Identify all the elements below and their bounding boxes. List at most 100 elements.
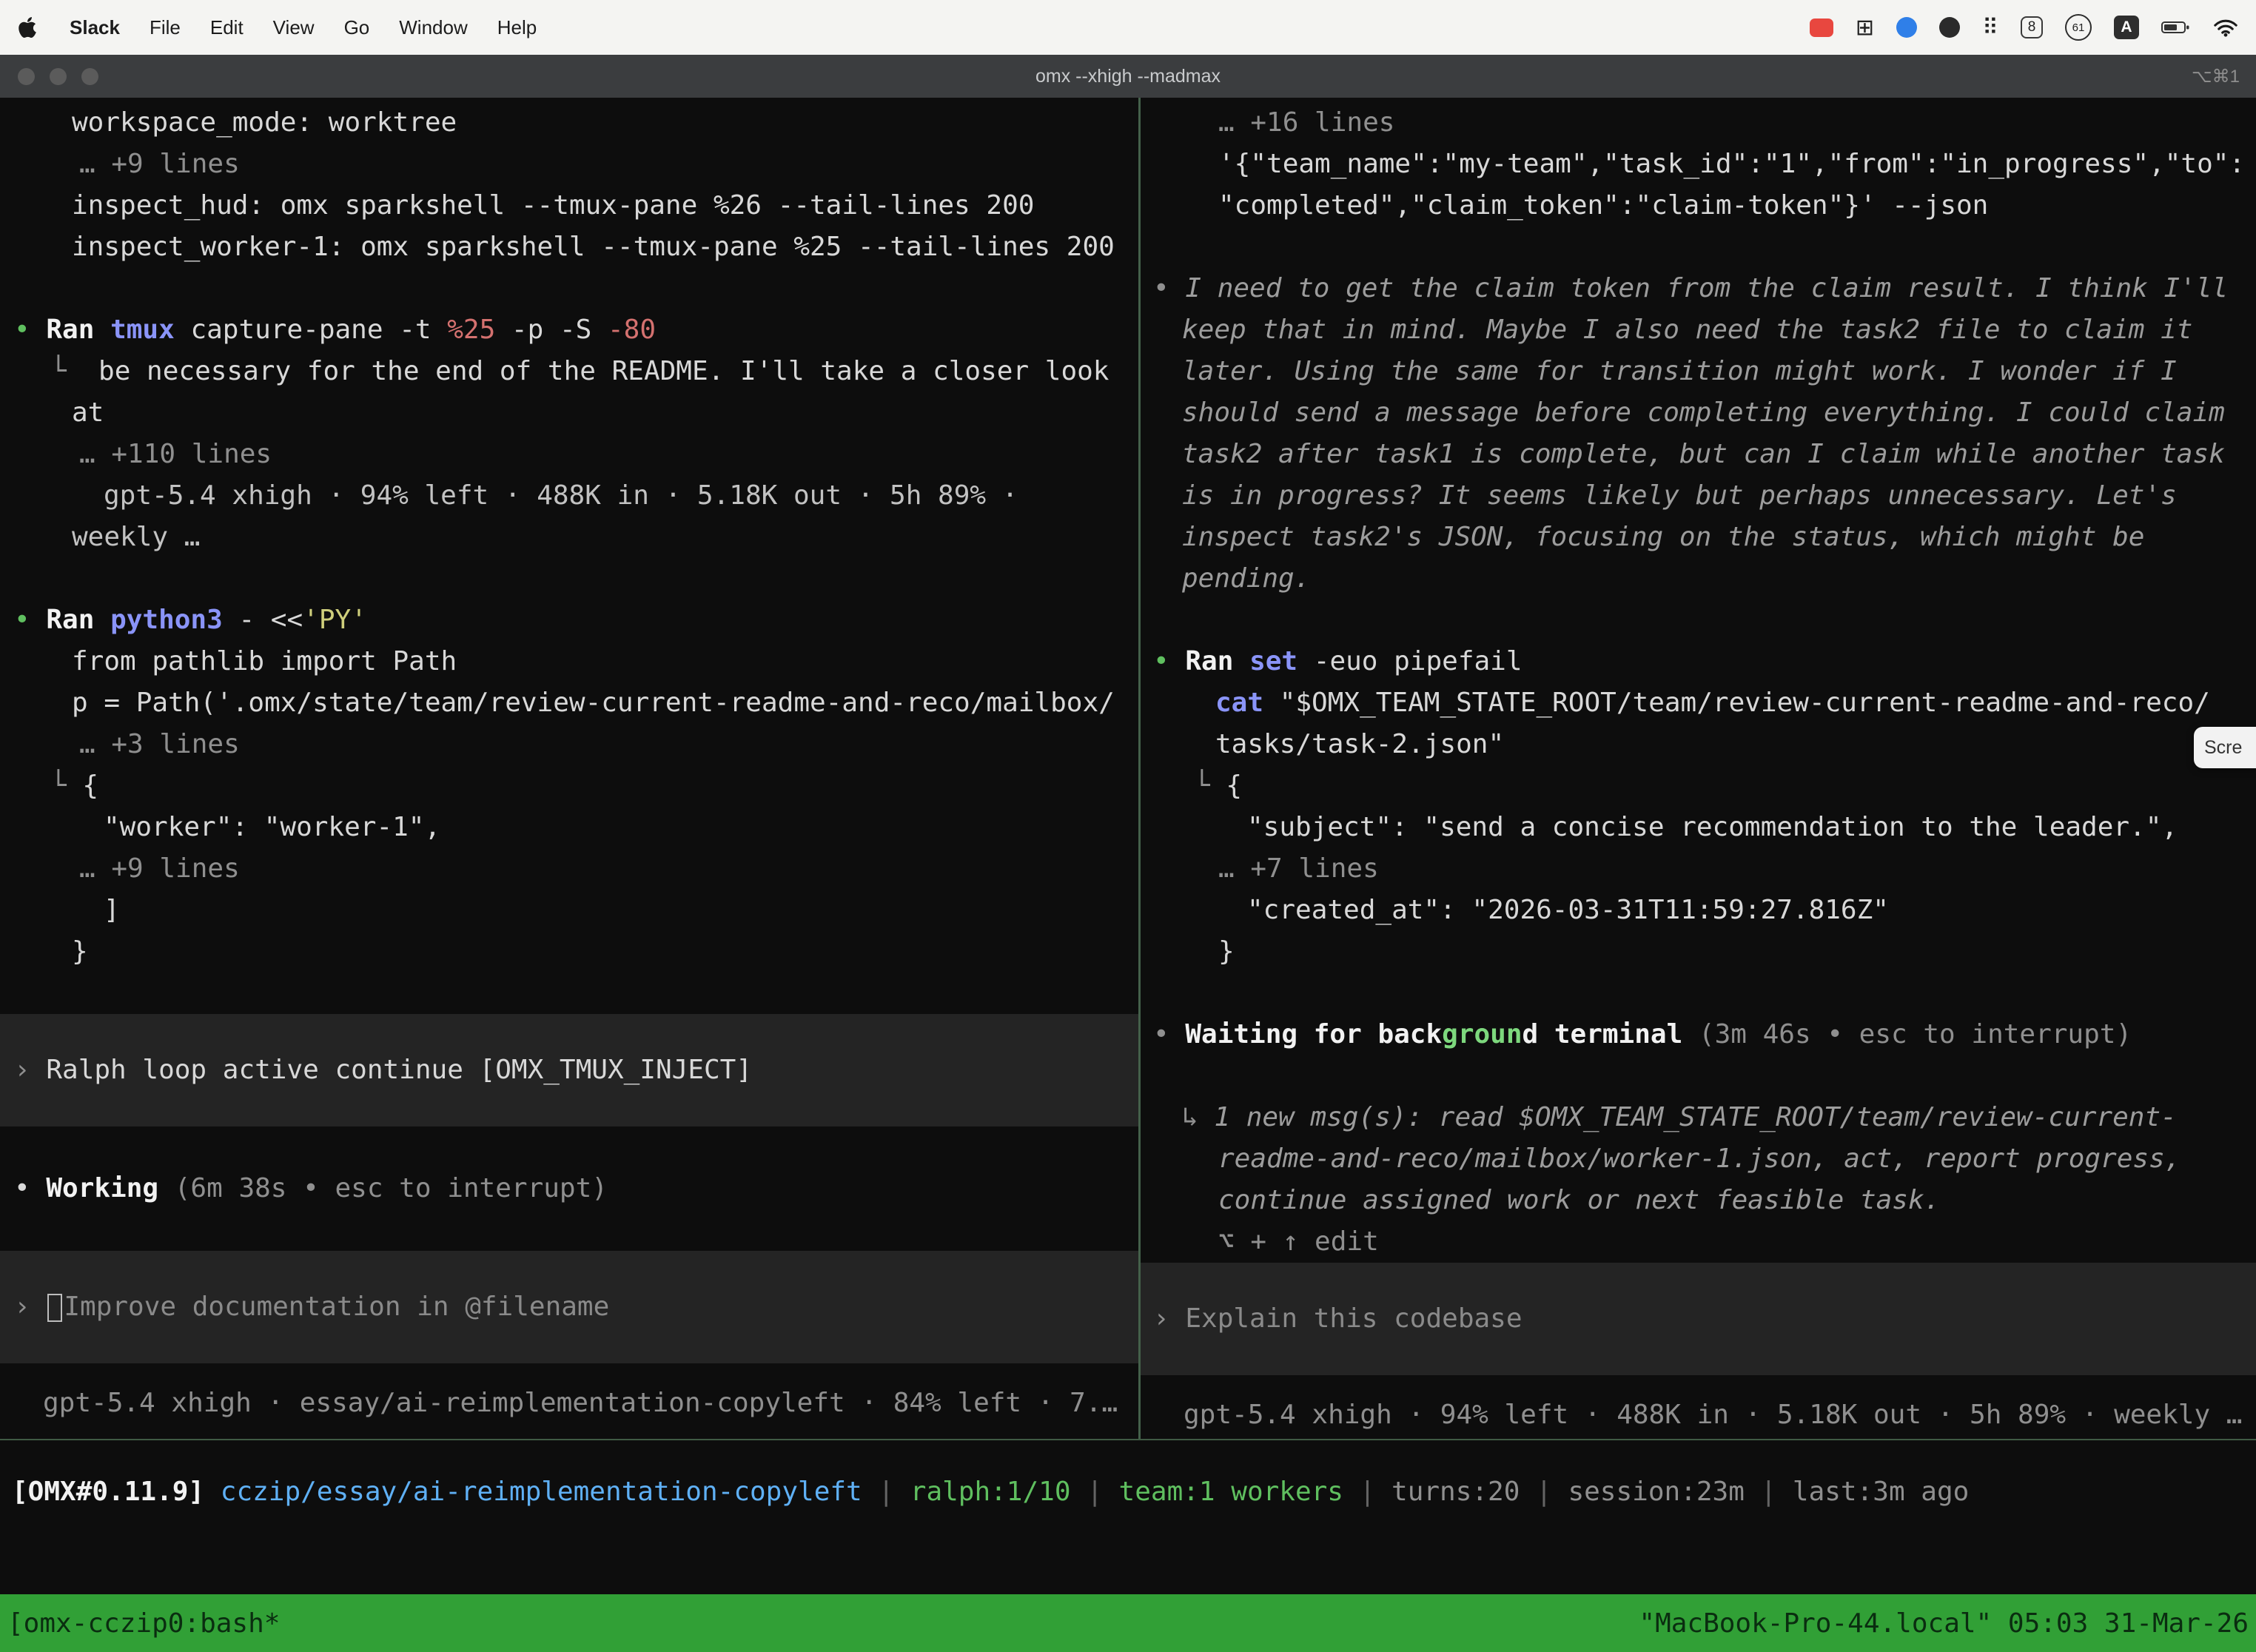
terminal-line: … +9 lines [0, 144, 1138, 185]
blank-line [1141, 226, 2256, 268]
blue-app-icon[interactable] [1896, 17, 1917, 38]
terminal-line: inspect task2's JSON, focusing on the st… [1141, 517, 2256, 558]
omx-status-line: [OMX#0.11.9] cczip/essay/ai-reimplementa… [0, 1439, 2256, 1594]
tmux-status-bar: [omx-cczip0:bash* "MacBook-Pro-44.local"… [0, 1594, 2256, 1652]
input-source-icon[interactable]: A [2114, 16, 2139, 39]
terminal-line: └ be necessary for the end of the README… [0, 351, 1138, 392]
apple-menu-icon[interactable] [18, 14, 40, 41]
terminal-text-segment: ralph:1/10 [910, 1477, 1087, 1507]
terminal-text-segment: -euo pipefail [1314, 646, 1523, 676]
terminal-line: } [0, 931, 1138, 973]
terminal-text-segment: inspect_worker-1: omx sparkshell --tmux-… [72, 232, 1115, 262]
text-cursor [47, 1294, 62, 1322]
zoom-button[interactable] [81, 68, 98, 85]
menu-file[interactable]: File [150, 16, 181, 39]
right-terminal-pane[interactable]: … +16 lines '{"team_name":"my-team","task… [1141, 98, 2256, 1439]
menu-go[interactable]: Go [344, 16, 370, 39]
terminal-text-segment: … +16 lines [1218, 107, 1394, 138]
blank-line [0, 268, 1138, 309]
tmux-session-window-label[interactable]: [omx-cczip0:bash* [7, 1608, 280, 1639]
terminal-line: └ { [1141, 765, 2256, 807]
terminal-text-segment: Improve documentation in @filename [64, 1292, 609, 1322]
terminal-text-segment: cat [1215, 688, 1280, 718]
left-terminal-pane[interactable]: workspace_mode: worktree… +9 linesinspec… [0, 98, 1138, 1439]
terminal-line: ↳ 1 new msg(s): read $OMX_TEAM_STATE_ROO… [1141, 1097, 2256, 1138]
terminal-line: … +16 lines [1141, 102, 2256, 144]
screen-recording-indicator-icon[interactable] [1810, 19, 1833, 37]
terminal-text-segment: '{"team_name":"my-team","task_id":"1","f… [1218, 149, 2245, 179]
terminal-text-segment: session:23m [1568, 1477, 1760, 1507]
terminal-line: later. Using the same for transition mig… [1141, 351, 2256, 392]
terminal-text-segment: { [82, 770, 98, 801]
minimize-button[interactable] [50, 68, 67, 85]
terminal-text-segment: … +110 lines [79, 439, 272, 469]
dots-grid-icon[interactable]: ⠿ [1982, 15, 1998, 41]
terminal-line: inspect_worker-1: omx sparkshell --tmux-… [0, 226, 1138, 268]
terminal-line: ] [0, 890, 1138, 931]
terminal-text-segment: } [1218, 936, 1235, 967]
composer-box[interactable]: › Ralph loop active continue [OMX_TMUX_I… [0, 1014, 1138, 1126]
terminal-window: omx --xhigh --madmax ⌥⌘1 workspace_mode:… [0, 55, 2256, 1652]
screen-widget-overlay[interactable]: Scre [2194, 727, 2256, 768]
terminal-text-segment: inspect task2's JSON, focusing on the st… [1182, 522, 2144, 552]
badge-8-icon[interactable]: 8 [2021, 16, 2043, 38]
terminal-text-segment: should send a message before completing … [1182, 397, 2225, 428]
terminal-line: • Ran python3 - <<'PY' [0, 600, 1138, 641]
terminal-text-segment: | [1087, 1477, 1118, 1507]
terminal-line: └ { [0, 765, 1138, 807]
terminal-text-segment: is in progress? It seems likely but perh… [1182, 480, 2177, 511]
composer-box[interactable]: › Improve documentation in @filename [0, 1251, 1138, 1363]
blank-line [0, 973, 1138, 1014]
blank-line [0, 558, 1138, 600]
terminal-text-segment: weekly … [72, 522, 200, 552]
wifi-icon[interactable] [2213, 18, 2238, 37]
terminal-text-segment: Ran [46, 315, 110, 345]
terminal-text-segment: d terminal [1523, 1019, 1699, 1050]
menu-app-name[interactable]: Slack [70, 16, 120, 39]
terminal-line: gpt-5.4 xhigh · 94% left · 488K in · 5.1… [0, 475, 1138, 517]
terminal-text-segment: -80 [608, 315, 656, 345]
terminal-line: … +9 lines [0, 848, 1138, 890]
terminal-text-segment: • [14, 1173, 46, 1203]
terminal-line: "subject": "send a concise recommendatio… [1141, 807, 2256, 848]
dark-app-icon[interactable] [1939, 17, 1960, 38]
terminal-text-segment: | [1360, 1477, 1391, 1507]
window-title-bar[interactable]: omx --xhigh --madmax ⌥⌘1 [0, 55, 2256, 98]
terminal-text-segment: Ran [46, 605, 110, 635]
terminal-line: should send a message before completing … [1141, 392, 2256, 434]
terminal-text-segment: team:1 workers [1119, 1477, 1360, 1507]
terminal-text-segment: "$OMX_TEAM_STATE_ROOT/team/review-curren… [1280, 688, 2210, 718]
terminal-text-segment: keep that in mind. Maybe I also need the… [1182, 315, 2192, 345]
close-button[interactable] [18, 68, 35, 85]
terminal-line: gpt-5.4 xhigh · essay/ai-reimplementatio… [0, 1383, 1138, 1424]
battery-percent-indicator[interactable]: 61 [2065, 14, 2092, 41]
terminal-text-segment: › [14, 1055, 46, 1085]
terminal-line: pending. [1141, 558, 2256, 600]
terminal-text-segment: ↳ [1182, 1102, 1214, 1132]
terminal-text-segment: %25 [447, 315, 495, 345]
terminal-text-segment: -p -S [495, 315, 608, 345]
terminal-text-segment: └ [50, 770, 82, 801]
terminal-text-segment: • [14, 315, 46, 345]
terminal-text-segment: ⌥ + ↑ edit [1218, 1226, 1379, 1257]
menu-help[interactable]: Help [497, 16, 537, 39]
terminal-text-segment: Ralph loop active continue [OMX_TMUX_INJ… [46, 1055, 752, 1085]
menu-edit[interactable]: Edit [210, 16, 244, 39]
terminal-line: inspect_hud: omx sparkshell --tmux-pane … [0, 185, 1138, 226]
terminal-line: '{"team_name":"my-team","task_id":"1","f… [1141, 144, 2256, 185]
menu-view[interactable]: View [273, 16, 315, 39]
terminal-text-segment: gpt-5.4 xhigh · 94% left · 488K in · 5.1… [1184, 1400, 2242, 1430]
terminal-text-segment: gpt-5.4 xhigh · essay/ai-reimplementatio… [43, 1388, 1118, 1418]
menu-window[interactable]: Window [399, 16, 467, 39]
blank-line [1141, 973, 2256, 1014]
grid-app-icon[interactable]: ⊞ [1856, 15, 1874, 41]
battery-icon[interactable] [2161, 19, 2191, 36]
terminal-text-segment: { [1226, 770, 1242, 801]
terminal-text-segment: • [1153, 273, 1185, 303]
terminal-text-segment: Explain this codebase [1185, 1303, 1522, 1334]
terminal-line: • Waiting for background terminal (3m 46… [1141, 1014, 2256, 1055]
terminal-line: … +110 lines [0, 434, 1138, 475]
terminal-text-segment: gpt-5.4 xhigh · 94% left · 488K in · 5.1… [104, 480, 1018, 511]
composer-box[interactable]: › Explain this codebase [1141, 1263, 2256, 1375]
terminal-text-segment: | [1761, 1477, 1793, 1507]
